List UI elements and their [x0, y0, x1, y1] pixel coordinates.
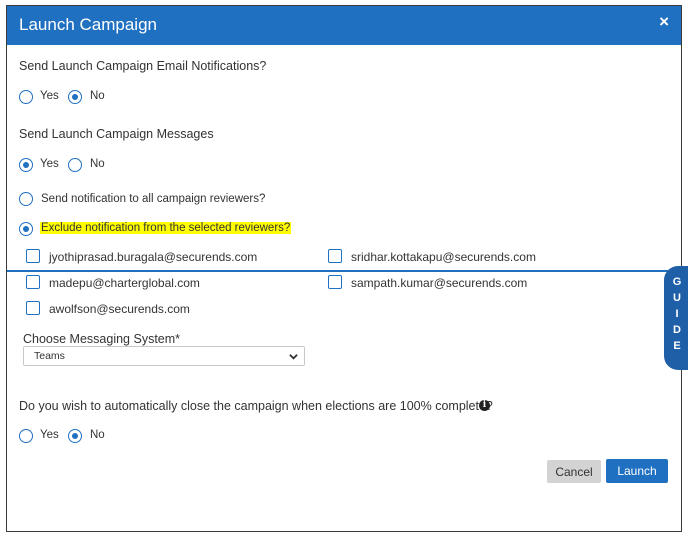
- email-notifications-yes-label: Yes: [40, 90, 59, 102]
- auto-close-yes-label: Yes: [40, 429, 59, 441]
- reviewer-checkbox[interactable]: [26, 301, 40, 315]
- section-divider: [7, 270, 669, 272]
- guide-letter: U: [673, 292, 681, 304]
- reviewer-email: sridhar.kottakapu@securends.com: [351, 250, 536, 264]
- email-notifications-no-label: No: [90, 90, 105, 102]
- reviewer-email: madepu@charterglobal.com: [49, 276, 200, 290]
- messaging-system-label: Choose Messaging System*: [23, 332, 181, 346]
- notify-all-reviewers-label: Send notification to all campaign review…: [41, 193, 266, 205]
- guide-letter: D: [673, 324, 681, 336]
- messaging-system-value: Teams: [34, 350, 65, 362]
- reviewer-email: sampath.kumar@securends.com: [351, 276, 528, 290]
- dialog-header: Launch Campaign ×: [7, 6, 681, 45]
- messages-question: Send Launch Campaign Messages: [19, 127, 214, 141]
- guide-letter: G: [672, 276, 682, 288]
- launch-button[interactable]: Launch: [606, 459, 668, 483]
- messages-yes-label: Yes: [40, 158, 59, 170]
- launch-campaign-dialog: Launch Campaign × Send Launch Campaign E…: [6, 5, 688, 532]
- reviewer-email: awolfson@securends.com: [49, 302, 190, 316]
- reviewer-email: jyothiprasad.buragala@securends.com: [49, 250, 258, 264]
- messaging-system-select[interactable]: Teams: [23, 346, 305, 366]
- reviewer-checkbox[interactable]: [26, 275, 40, 289]
- guide-letter: I: [675, 308, 679, 320]
- messages-yes-radio[interactable]: [19, 158, 33, 172]
- guide-letter: E: [673, 340, 681, 352]
- close-icon[interactable]: ×: [659, 12, 669, 32]
- email-notifications-yes-radio[interactable]: [19, 90, 33, 104]
- auto-close-yes-radio[interactable]: [19, 429, 33, 443]
- chevron-down-icon: [289, 349, 298, 364]
- reviewer-checkbox[interactable]: [328, 275, 342, 289]
- reviewer-checkbox[interactable]: [328, 249, 342, 263]
- reviewer-checkbox[interactable]: [26, 249, 40, 263]
- exclude-selected-reviewers-radio[interactable]: [19, 222, 33, 236]
- email-notifications-question: Send Launch Campaign Email Notifications…: [19, 59, 267, 73]
- auto-close-question: Do you wish to automatically close the c…: [19, 399, 493, 413]
- exclude-selected-reviewers-label: Exclude notification from the selected r…: [40, 222, 292, 234]
- dialog-title: Launch Campaign: [19, 15, 157, 34]
- info-icon[interactable]: i: [479, 400, 490, 411]
- email-notifications-no-radio[interactable]: [68, 90, 82, 104]
- auto-close-no-label: No: [90, 429, 105, 441]
- auto-close-no-radio[interactable]: [68, 429, 82, 443]
- cancel-button[interactable]: Cancel: [547, 460, 601, 483]
- guide-tab[interactable]: G U I D E: [664, 266, 688, 370]
- messages-no-label: No: [90, 158, 105, 170]
- messages-no-radio[interactable]: [68, 158, 82, 172]
- exclude-selected-reviewers-label-wrap: Exclude notification from the selected r…: [40, 222, 292, 234]
- notify-all-reviewers-radio[interactable]: [19, 192, 33, 206]
